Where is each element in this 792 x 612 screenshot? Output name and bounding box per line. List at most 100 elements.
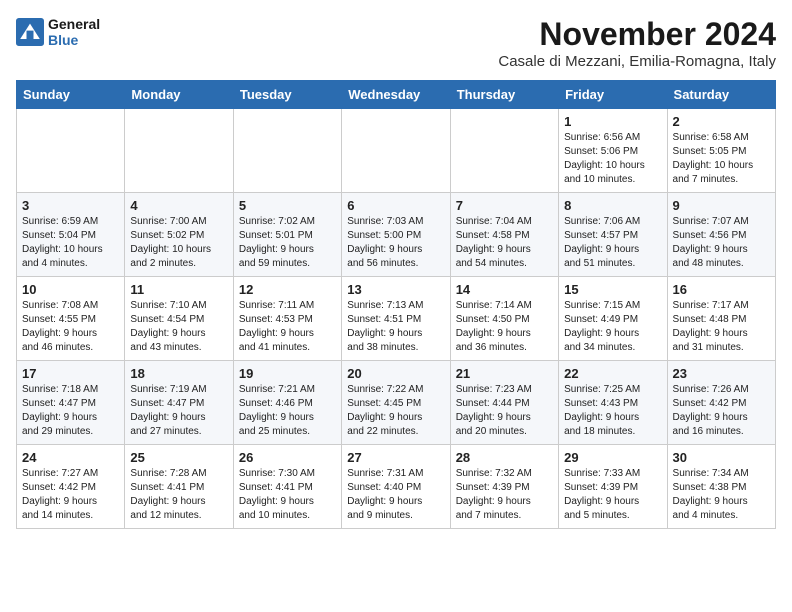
day-info: Sunrise: 7:34 AM Sunset: 4:38 PM Dayligh…: [673, 467, 770, 523]
day-number: 1: [564, 114, 661, 129]
calendar-cell: 2 Sunrise: 6:58 AM Sunset: 5:05 PM Daylig…: [667, 109, 775, 193]
page-header: General Blue November 2024 Casale di Mez…: [16, 16, 776, 70]
day-info: Sunrise: 7:11 AM Sunset: 4:53 PM Dayligh…: [239, 299, 336, 355]
calendar-cell: 4 Sunrise: 7:00 AM Sunset: 5:02 PM Daylig…: [125, 193, 233, 277]
day-number: 28: [456, 450, 553, 465]
calendar-cell: 9 Sunrise: 7:07 AM Sunset: 4:56 PM Daylig…: [667, 193, 775, 277]
day-info: Sunrise: 6:56 AM Sunset: 5:06 PM Dayligh…: [564, 131, 661, 187]
day-info: Sunrise: 7:08 AM Sunset: 4:55 PM Dayligh…: [22, 299, 119, 355]
day-info: Sunrise: 7:07 AM Sunset: 4:56 PM Dayligh…: [673, 215, 770, 271]
day-info: Sunrise: 7:02 AM Sunset: 5:01 PM Dayligh…: [239, 215, 336, 271]
calendar-cell: 23Sunrise: 7:26 AM Sunset: 4:42 PM Dayli…: [667, 361, 775, 445]
weekday-header-saturday: Saturday: [667, 81, 775, 109]
day-number: 20: [347, 366, 444, 381]
day-info: Sunrise: 7:27 AM Sunset: 4:42 PM Dayligh…: [22, 467, 119, 523]
weekday-header-friday: Friday: [559, 81, 667, 109]
calendar-cell: 11Sunrise: 7:10 AM Sunset: 4:54 PM Dayli…: [125, 277, 233, 361]
day-info: Sunrise: 6:59 AM Sunset: 5:04 PM Dayligh…: [22, 215, 119, 271]
calendar-cell: 12 Sunrise: 7:11 AM Sunset: 4:53 PM Dayli…: [233, 277, 341, 361]
calendar-cell: 8Sunrise: 7:06 AM Sunset: 4:57 PM Daylig…: [559, 193, 667, 277]
day-number: 10: [22, 282, 119, 297]
weekday-header-wednesday: Wednesday: [342, 81, 450, 109]
day-info: Sunrise: 7:17 AM Sunset: 4:48 PM Dayligh…: [673, 299, 770, 355]
day-number: 8: [564, 198, 661, 213]
day-number: 17: [22, 366, 119, 381]
calendar-cell: 22 Sunrise: 7:25 AM Sunset: 4:43 PM Dayli…: [559, 361, 667, 445]
day-info: Sunrise: 7:22 AM Sunset: 4:45 PM Dayligh…: [347, 383, 444, 439]
day-info: Sunrise: 7:32 AM Sunset: 4:39 PM Dayligh…: [456, 467, 553, 523]
day-number: 22: [564, 366, 661, 381]
day-number: 7: [456, 198, 553, 213]
day-number: 29: [564, 450, 661, 465]
day-info: Sunrise: 7:10 AM Sunset: 4:54 PM Dayligh…: [130, 299, 227, 355]
calendar-cell: [450, 109, 558, 193]
month-title: November 2024: [498, 16, 776, 53]
day-number: 5: [239, 198, 336, 213]
calendar-cell: [233, 109, 341, 193]
calendar-cell: 7 Sunrise: 7:04 AM Sunset: 4:58 PM Daylig…: [450, 193, 558, 277]
day-number: 13: [347, 282, 444, 297]
calendar-cell: 1 Sunrise: 6:56 AM Sunset: 5:06 PM Daylig…: [559, 109, 667, 193]
day-number: 18: [130, 366, 227, 381]
calendar-table: SundayMondayTuesdayWednesdayThursdayFrid…: [16, 80, 776, 529]
day-info: Sunrise: 7:25 AM Sunset: 4:43 PM Dayligh…: [564, 383, 661, 439]
calendar-cell: 30 Sunrise: 7:34 AM Sunset: 4:38 PM Dayli…: [667, 445, 775, 529]
calendar-cell: 14Sunrise: 7:14 AM Sunset: 4:50 PM Dayli…: [450, 277, 558, 361]
calendar-cell: [125, 109, 233, 193]
weekday-header-sunday: Sunday: [17, 81, 125, 109]
calendar-cell: 27 Sunrise: 7:31 AM Sunset: 4:40 PM Dayli…: [342, 445, 450, 529]
day-number: 6: [347, 198, 444, 213]
day-info: Sunrise: 7:26 AM Sunset: 4:42 PM Dayligh…: [673, 383, 770, 439]
calendar-cell: 13Sunrise: 7:13 AM Sunset: 4:51 PM Dayli…: [342, 277, 450, 361]
calendar-cell: 5 Sunrise: 7:02 AM Sunset: 5:01 PM Daylig…: [233, 193, 341, 277]
weekday-header-monday: Monday: [125, 81, 233, 109]
day-info: Sunrise: 7:21 AM Sunset: 4:46 PM Dayligh…: [239, 383, 336, 439]
calendar-cell: 25 Sunrise: 7:28 AM Sunset: 4:41 PM Dayli…: [125, 445, 233, 529]
calendar-cell: 21 Sunrise: 7:23 AM Sunset: 4:44 PM Dayli…: [450, 361, 558, 445]
day-info: Sunrise: 6:58 AM Sunset: 5:05 PM Dayligh…: [673, 131, 770, 187]
day-number: 15: [564, 282, 661, 297]
day-info: Sunrise: 7:18 AM Sunset: 4:47 PM Dayligh…: [22, 383, 119, 439]
logo-text: General Blue: [48, 16, 100, 48]
title-block: November 2024 Casale di Mezzani, Emilia-…: [498, 16, 776, 70]
day-info: Sunrise: 7:33 AM Sunset: 4:39 PM Dayligh…: [564, 467, 661, 523]
calendar-cell: 28 Sunrise: 7:32 AM Sunset: 4:39 PM Dayli…: [450, 445, 558, 529]
calendar-cell: 19 Sunrise: 7:21 AM Sunset: 4:46 PM Dayli…: [233, 361, 341, 445]
day-number: 30: [673, 450, 770, 465]
day-info: Sunrise: 7:31 AM Sunset: 4:40 PM Dayligh…: [347, 467, 444, 523]
day-number: 21: [456, 366, 553, 381]
day-number: 2: [673, 114, 770, 129]
calendar-cell: 16 Sunrise: 7:17 AM Sunset: 4:48 PM Dayli…: [667, 277, 775, 361]
logo: General Blue: [16, 16, 100, 48]
day-info: Sunrise: 7:30 AM Sunset: 4:41 PM Dayligh…: [239, 467, 336, 523]
day-info: Sunrise: 7:00 AM Sunset: 5:02 PM Dayligh…: [130, 215, 227, 271]
day-info: Sunrise: 7:04 AM Sunset: 4:58 PM Dayligh…: [456, 215, 553, 271]
day-number: 27: [347, 450, 444, 465]
calendar-cell: 17 Sunrise: 7:18 AM Sunset: 4:47 PM Dayli…: [17, 361, 125, 445]
calendar-cell: [17, 109, 125, 193]
day-info: Sunrise: 7:28 AM Sunset: 4:41 PM Dayligh…: [130, 467, 227, 523]
day-number: 16: [673, 282, 770, 297]
day-info: Sunrise: 7:19 AM Sunset: 4:47 PM Dayligh…: [130, 383, 227, 439]
weekday-header-tuesday: Tuesday: [233, 81, 341, 109]
day-number: 25: [130, 450, 227, 465]
day-info: Sunrise: 7:15 AM Sunset: 4:49 PM Dayligh…: [564, 299, 661, 355]
calendar-cell: 20 Sunrise: 7:22 AM Sunset: 4:45 PM Dayli…: [342, 361, 450, 445]
day-number: 12: [239, 282, 336, 297]
day-number: 26: [239, 450, 336, 465]
day-info: Sunrise: 7:03 AM Sunset: 5:00 PM Dayligh…: [347, 215, 444, 271]
calendar-cell: 29 Sunrise: 7:33 AM Sunset: 4:39 PM Dayli…: [559, 445, 667, 529]
day-number: 24: [22, 450, 119, 465]
calendar-cell: 18 Sunrise: 7:19 AM Sunset: 4:47 PM Dayli…: [125, 361, 233, 445]
calendar-cell: [342, 109, 450, 193]
calendar-week-row: 10 Sunrise: 7:08 AM Sunset: 4:55 PM Dayli…: [17, 277, 776, 361]
day-number: 4: [130, 198, 227, 213]
logo-icon: [16, 18, 44, 46]
calendar-week-row: 3 Sunrise: 6:59 AM Sunset: 5:04 PM Daylig…: [17, 193, 776, 277]
day-info: Sunrise: 7:23 AM Sunset: 4:44 PM Dayligh…: [456, 383, 553, 439]
day-number: 19: [239, 366, 336, 381]
location-subtitle: Casale di Mezzani, Emilia-Romagna, Italy: [498, 53, 776, 70]
calendar-week-row: 1 Sunrise: 6:56 AM Sunset: 5:06 PM Daylig…: [17, 109, 776, 193]
day-number: 3: [22, 198, 119, 213]
day-number: 9: [673, 198, 770, 213]
